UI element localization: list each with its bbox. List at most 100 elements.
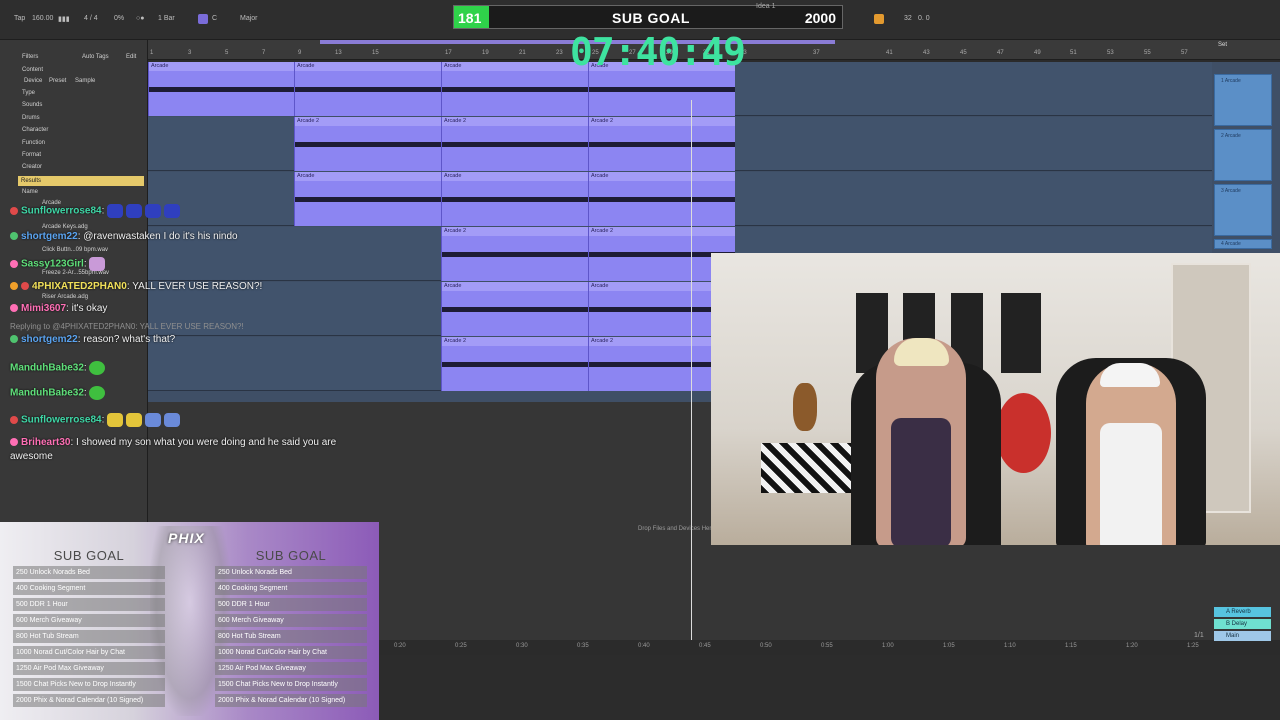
drums-filter[interactable]: Drums	[22, 115, 40, 121]
stream-timer: 07:40:49	[570, 30, 746, 74]
scale-select[interactable]: Major	[240, 15, 258, 22]
display-values: 0. 0	[918, 15, 930, 22]
goal-item: 250 Unlock Norads Bed	[215, 566, 367, 579]
goal-item: 1250 Air Pod Max Giveaway	[215, 662, 367, 675]
playhead[interactable]	[691, 100, 692, 640]
time-marker: 0:55	[821, 643, 833, 649]
track-header[interactable]: 1 Arcade	[1214, 74, 1272, 126]
tempo-field[interactable]: 160.00	[32, 15, 53, 22]
emote-icon	[89, 257, 106, 271]
goal-item: 1000 Norad Cut/Color Hair by Chat	[13, 646, 165, 659]
webcam-feed	[711, 253, 1280, 545]
bar-marker: 13	[335, 50, 342, 56]
track-header[interactable]: 2 Arcade	[1214, 129, 1272, 181]
track-header[interactable]: 4 Arcade	[1214, 239, 1272, 249]
return-track-delay[interactable]: B Delay	[1214, 619, 1271, 629]
idea-label: Idea 1	[756, 3, 776, 10]
bar-marker: 57	[1181, 50, 1188, 56]
return-track-reverb[interactable]: A Reverb	[1214, 607, 1271, 617]
time-ruler[interactable]: 0:20 0:25 0:30 0:35 0:40 0:45 0:50 0:55 …	[380, 640, 1210, 654]
midi-clip[interactable]: Arcade	[148, 62, 294, 116]
results-header: Results	[18, 176, 144, 186]
emote-icon	[145, 413, 162, 427]
function-filter[interactable]: Function	[22, 140, 45, 146]
bar-marker: 7	[262, 50, 266, 56]
bar-marker: 9	[298, 50, 302, 56]
goal-item: 500 DDR 1 Hour	[13, 598, 165, 611]
midi-clip[interactable]: Arcade 2	[588, 117, 735, 171]
track-header[interactable]: 3 Arcade	[1214, 184, 1272, 236]
main-track[interactable]: Main	[1214, 631, 1271, 641]
badge-icon	[10, 438, 18, 447]
bar-marker: 53	[1107, 50, 1114, 56]
bar-marker: 45	[960, 50, 967, 56]
midi-clip[interactable]: Arcade	[441, 282, 588, 336]
midi-clip[interactable]: Arcade 2	[441, 117, 588, 171]
creator-filter[interactable]: Creator	[22, 164, 42, 170]
sample-rate: 32	[904, 15, 912, 22]
midi-clip[interactable]: Arcade	[441, 62, 588, 116]
groove-percent[interactable]: 0%	[114, 15, 124, 22]
sub-goal-target: 2000	[804, 10, 836, 26]
tap-button[interactable]: Tap	[14, 15, 25, 22]
bar-marker: 19	[482, 50, 489, 56]
content-filter[interactable]: Content	[22, 67, 43, 73]
filters-tab[interactable]: Filters	[22, 54, 38, 60]
bar-marker: 23	[556, 50, 563, 56]
sounds-filter[interactable]: Sounds	[22, 102, 42, 108]
goal-item: 400 Cooking Segment	[215, 582, 367, 595]
red-ball	[996, 393, 1051, 473]
bar-marker: 1	[150, 50, 154, 56]
result-item[interactable]: Riser Arcade.adg	[42, 294, 88, 300]
goal-title: SUB GOAL	[53, 548, 125, 563]
midi-clip[interactable]: Arcade	[441, 172, 588, 226]
set-button[interactable]: Set	[1218, 42, 1227, 48]
goal-list-right: SUB GOAL 250 Unlock Norads Bed 400 Cooki…	[215, 548, 367, 710]
chat-message: ManduhBabe32:	[10, 386, 108, 400]
midi-clip[interactable]: Arcade 2	[294, 117, 441, 171]
track-lane[interactable]: Arcade 2 Arcade 2 Arcade 2	[148, 117, 1212, 171]
track-lane[interactable]: Arcade Arcade Arcade	[148, 172, 1212, 226]
preset-chip[interactable]: Preset	[49, 78, 66, 84]
bar-marker: 41	[886, 50, 893, 56]
acoustic-panel	[1001, 293, 1041, 373]
quantize-select[interactable]: 1 Bar	[158, 15, 175, 22]
key-select[interactable]: C	[212, 15, 217, 22]
drop-zone-label: Drop Files and Devices Here	[638, 526, 715, 532]
goal-item: 250 Unlock Norads Bed	[13, 566, 165, 579]
time-marker: 1:15	[1065, 643, 1077, 649]
bar-marker: 43	[923, 50, 930, 56]
midi-clip[interactable]: Arcade 2	[441, 227, 588, 281]
record-icon[interactable]: ○●	[136, 15, 144, 22]
midi-clip[interactable]: Arcade 2	[441, 337, 588, 391]
sample-chip[interactable]: Sample	[75, 78, 95, 84]
sub-goal-label: SUB GOAL	[612, 10, 690, 26]
time-marker: 0:35	[577, 643, 589, 649]
badge-icon	[21, 282, 29, 291]
zoom-label: 1/1	[1194, 632, 1204, 639]
result-item[interactable]: Arcade Keys.adg	[42, 224, 88, 230]
type-filter[interactable]: Type	[22, 90, 35, 96]
metronome-icon[interactable]: ▮▮▮	[58, 15, 70, 23]
auto-tags-toggle[interactable]: Auto Tags	[82, 54, 109, 60]
key-icon[interactable]	[198, 14, 208, 24]
badge-icon	[10, 335, 18, 344]
format-filter[interactable]: Format	[22, 152, 41, 158]
midi-clip[interactable]: Arcade	[294, 172, 441, 226]
chat-message: 4PHIXATED2PHAN0: YALL EVER USE REASON?!	[10, 281, 262, 292]
chat-message: Briheart30: I showed my son what you wer…	[10, 437, 336, 448]
edit-button[interactable]: Edit	[126, 54, 136, 60]
time-signature[interactable]: 4 / 4	[84, 15, 98, 22]
name-column[interactable]: Name	[22, 189, 38, 195]
midi-clip[interactable]: Arcade	[294, 62, 441, 116]
device-chip[interactable]: Device	[24, 78, 42, 84]
goal-item: 600 Merch Giveaway	[13, 614, 165, 627]
badge-icon	[10, 416, 18, 424]
character-filter[interactable]: Character	[22, 127, 48, 133]
chat-message-continued: awesome	[10, 451, 53, 462]
result-item[interactable]: Click Buttn...09 bpm.wav	[42, 247, 108, 253]
midi-clip[interactable]: Arcade	[588, 172, 735, 226]
midi-icon[interactable]	[874, 14, 884, 24]
time-marker: 0:40	[638, 643, 650, 649]
sub-goal-progress-bar: 181 SUB GOAL 2000	[453, 5, 843, 29]
